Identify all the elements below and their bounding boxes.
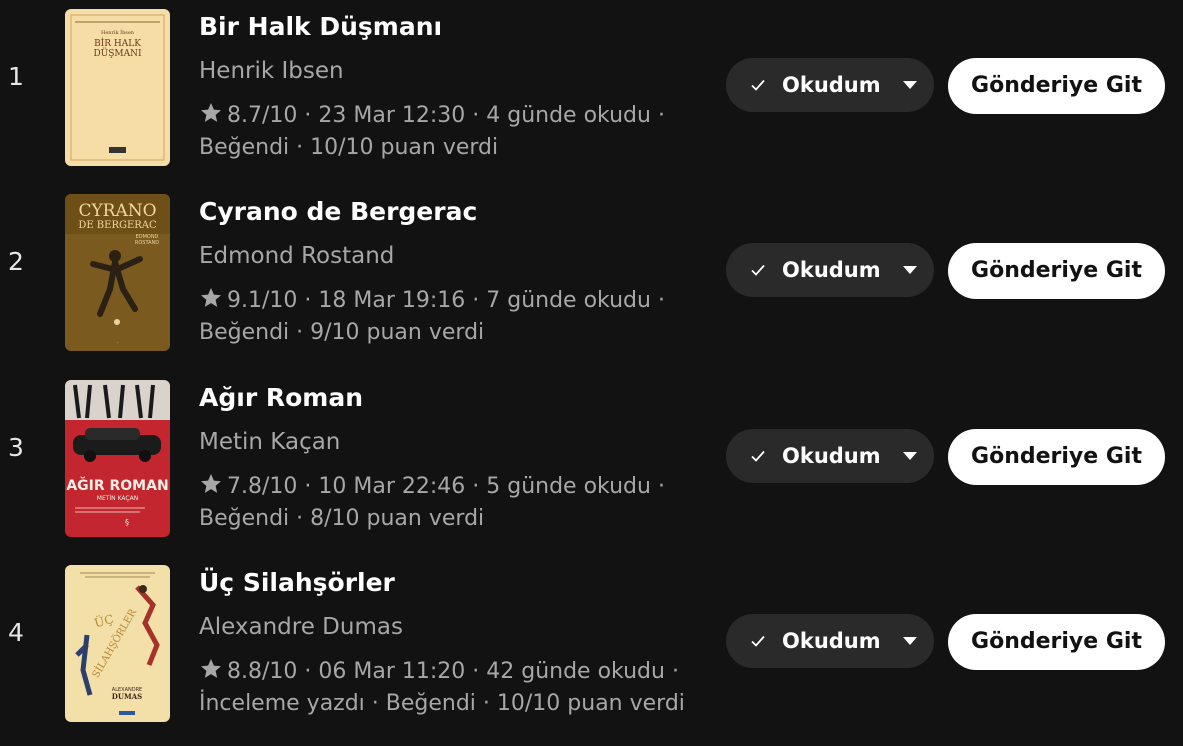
reading-list: 1 Henrik İbsen BİR HALK DÜŞMANI Bir Halk… bbox=[0, 0, 1183, 746]
cover-text: BİR HALK bbox=[94, 37, 141, 49]
meta-line: 7.8/10 · 10 Mar 22:46 · 5 günde okudu · bbox=[199, 471, 699, 503]
meta-line-2: Beğendi · 9/10 puan verdi bbox=[199, 320, 485, 345]
book-meta: 7.8/10 · 10 Mar 22:46 · 5 günde okudu · … bbox=[199, 471, 699, 535]
book-meta: 8.7/10 · 23 Mar 12:30 · 4 günde okudu · … bbox=[199, 100, 699, 164]
star-icon bbox=[201, 659, 221, 678]
book-cover[interactable]: AĞIR ROMAN METİN KAÇAN § bbox=[65, 380, 170, 537]
check-icon bbox=[751, 450, 765, 462]
meta-line-2: Beğendi · 8/10 puan verdi bbox=[199, 506, 485, 531]
cover-text: DE BERGERAC bbox=[78, 220, 157, 231]
cover-text: CYRANO bbox=[78, 201, 156, 221]
status-label: Okudum bbox=[782, 73, 881, 97]
list-item: 3 AĞIR ROMAN METİN KAÇAN § Ağır Roman Me… bbox=[0, 371, 1183, 551]
book-cover[interactable]: CYRANO DE BERGERAC EDMOND ROSTAND · bbox=[65, 194, 170, 351]
check-icon bbox=[751, 635, 765, 647]
book-title[interactable]: Ağır Roman bbox=[199, 383, 363, 412]
chevron-down-icon bbox=[902, 452, 917, 460]
read-status-dropdown[interactable]: Okudum bbox=[726, 614, 934, 668]
meta-line: 8.8/10 · 06 Mar 11:20 · 42 günde okudu · bbox=[199, 656, 699, 688]
go-to-post-button[interactable]: Gönderiye Git bbox=[948, 243, 1165, 299]
rating-and-date: 8.8/10 · 06 Mar 11:20 · 42 günde okudu · bbox=[227, 659, 679, 684]
cover-text: METİN KAÇAN bbox=[97, 495, 138, 502]
book-cover-art: ÜÇ SİLAHŞÖRLER ALEXANDRE DUMAS bbox=[65, 565, 170, 722]
check-icon bbox=[751, 264, 765, 276]
go-to-post-button[interactable]: Gönderiye Git bbox=[948, 429, 1165, 485]
star-icon bbox=[201, 288, 221, 307]
book-meta: 9.1/10 · 18 Mar 19:16 · 7 günde okudu · … bbox=[199, 285, 699, 349]
book-meta: 8.8/10 · 06 Mar 11:20 · 42 günde okudu ·… bbox=[199, 656, 699, 720]
rank-number: 3 bbox=[8, 433, 24, 462]
book-author[interactable]: Henrik Ibsen bbox=[199, 58, 344, 84]
book-cover-art: CYRANO DE BERGERAC EDMOND ROSTAND · bbox=[65, 194, 170, 351]
book-author[interactable]: Edmond Rostand bbox=[199, 243, 394, 269]
cover-text: ROSTAND bbox=[135, 240, 159, 246]
book-cover[interactable]: ÜÇ SİLAHŞÖRLER ALEXANDRE DUMAS bbox=[65, 565, 170, 722]
read-status-dropdown[interactable]: Okudum bbox=[726, 429, 934, 483]
book-cover-art: AĞIR ROMAN METİN KAÇAN § bbox=[65, 380, 170, 537]
cover-text: AĞIR ROMAN bbox=[66, 476, 168, 494]
rank-number: 1 bbox=[8, 62, 24, 91]
book-author[interactable]: Alexandre Dumas bbox=[199, 614, 403, 640]
go-to-post-button[interactable]: Gönderiye Git bbox=[948, 614, 1165, 670]
rating-and-date: 7.8/10 · 10 Mar 22:46 · 5 günde okudu · bbox=[227, 474, 665, 499]
cover-text: DÜŞMANI bbox=[93, 47, 142, 59]
svg-text:§: § bbox=[125, 518, 129, 527]
chevron-down-icon bbox=[902, 637, 917, 645]
list-item: 2 CYRANO DE BERGERAC EDMOND ROSTAND · Cy… bbox=[0, 185, 1183, 365]
star-icon bbox=[201, 103, 221, 122]
rating-and-date: 8.7/10 · 23 Mar 12:30 · 4 günde okudu · bbox=[227, 103, 665, 128]
meta-line-2: Beğendi · 10/10 puan verdi bbox=[199, 135, 499, 160]
meta-line: 8.7/10 · 23 Mar 12:30 · 4 günde okudu · bbox=[199, 100, 699, 132]
chevron-down-icon bbox=[902, 266, 917, 274]
star-icon bbox=[201, 474, 221, 493]
status-label: Okudum bbox=[782, 629, 881, 653]
read-status-dropdown[interactable]: Okudum bbox=[726, 58, 934, 112]
status-label: Okudum bbox=[782, 444, 881, 468]
list-item: 1 Henrik İbsen BİR HALK DÜŞMANI Bir Halk… bbox=[0, 0, 1183, 180]
book-title[interactable]: Cyrano de Bergerac bbox=[199, 197, 477, 226]
go-to-post-button[interactable]: Gönderiye Git bbox=[948, 58, 1165, 114]
read-status-dropdown[interactable]: Okudum bbox=[726, 243, 934, 297]
list-item: 4 ÜÇ SİLAHŞÖRLER ALEXANDRE DUMAS Üç Sila… bbox=[0, 556, 1183, 736]
book-author[interactable]: Metin Kaçan bbox=[199, 429, 340, 455]
book-cover[interactable]: Henrik İbsen BİR HALK DÜŞMANI bbox=[65, 9, 170, 166]
book-title[interactable]: Bir Halk Düşmanı bbox=[199, 12, 442, 41]
status-label: Okudum bbox=[782, 258, 881, 282]
book-cover-art: Henrik İbsen BİR HALK DÜŞMANI bbox=[65, 9, 170, 166]
check-icon bbox=[751, 79, 765, 91]
meta-line-2: İnceleme yazdı · Beğendi · 10/10 puan ve… bbox=[199, 691, 685, 716]
rating-and-date: 9.1/10 · 18 Mar 19:16 · 7 günde okudu · bbox=[227, 288, 665, 313]
rank-number: 2 bbox=[8, 247, 24, 276]
cover-text: DUMAS bbox=[112, 692, 142, 701]
book-title[interactable]: Üç Silahşörler bbox=[199, 568, 395, 597]
rank-number: 4 bbox=[8, 618, 24, 647]
cover-text: Henrik İbsen bbox=[101, 29, 135, 36]
chevron-down-icon bbox=[902, 81, 917, 89]
meta-line: 9.1/10 · 18 Mar 19:16 · 7 günde okudu · bbox=[199, 285, 699, 317]
